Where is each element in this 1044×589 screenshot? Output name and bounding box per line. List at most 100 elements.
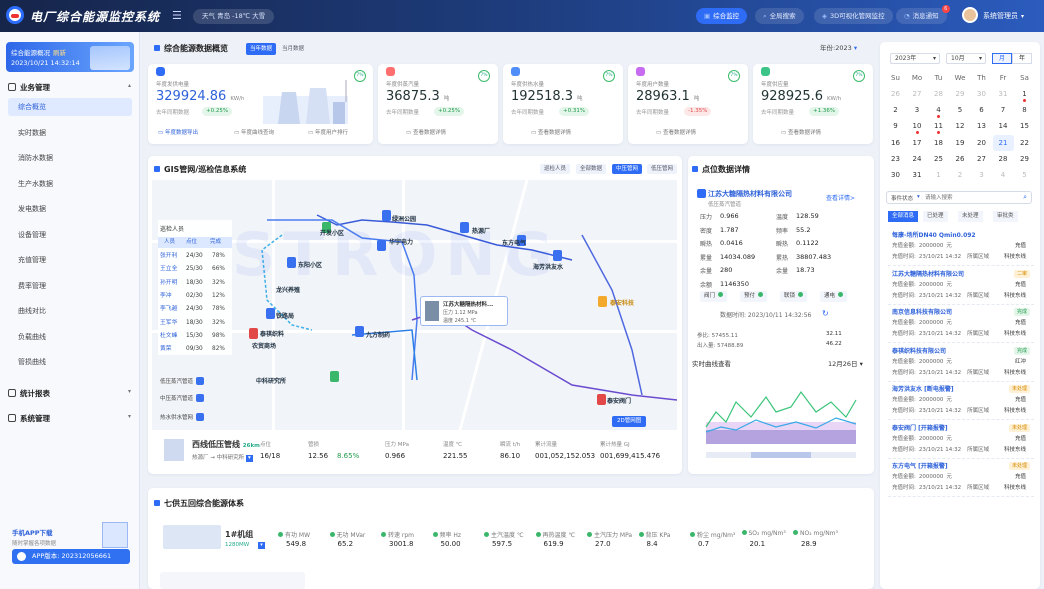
event-search[interactable]: 事件状态 ▾ ⌕: [886, 191, 1032, 204]
pipe-name[interactable]: 西线低压管线 26km: [192, 439, 260, 450]
kpi-detail-link[interactable]: ▭ 查看数据详情: [531, 128, 571, 136]
kpi-detail-link[interactable]: ▭ 查看数据详情: [406, 128, 446, 136]
inspector-row[interactable]: 杜文峰 15/30 98%: [158, 330, 232, 342]
event-item[interactable]: 泰祺织料技有限公司 完成 充值金额: 2000000 元红冲 充值时间: 23/10/21 …: [888, 344, 1034, 382]
map-pin-pharma[interactable]: [355, 326, 364, 337]
event-item[interactable]: 海芳洪友水 [断电报警] 未处理 充值金额: 2000000 元充值 充值时间: 23/10…: [888, 382, 1034, 420]
sidebar-item[interactable]: 负载曲线: [8, 328, 132, 346]
calendar-day[interactable]: 13: [971, 118, 992, 134]
calendar-day[interactable]: 9: [885, 118, 906, 134]
overview-banner[interactable]: 综合能源概况 刷新 2023/10/21 14:32:14: [6, 42, 134, 72]
calendar-day[interactable]: 26: [950, 151, 971, 167]
calendar-day[interactable]: 3: [907, 102, 928, 118]
sidebar-item[interactable]: 生产水数据: [8, 175, 132, 193]
tab-current-year[interactable]: 当年数据: [246, 43, 277, 55]
event-item[interactable]: 江苏大糖隔热材料有限公司 二审 充值金额: 2000000 元充值 充值时间: 23/10/…: [888, 267, 1034, 305]
sidebar-item[interactable]: 设备管理: [8, 226, 132, 244]
prepay-button[interactable]: 预付: [740, 291, 768, 302]
nav-search-button[interactable]: ⌕ 全局搜索: [755, 8, 804, 24]
map-pin-railway[interactable]: [266, 308, 275, 319]
search-icon[interactable]: ⌕: [1023, 193, 1027, 202]
gis-tab-mid-pressure[interactable]: 中压管网: [612, 164, 643, 174]
calendar-day[interactable]: 12: [950, 118, 971, 134]
calendar-day[interactable]: 27: [907, 86, 928, 102]
tab-current-month[interactable]: 当月数据: [278, 43, 308, 55]
power-button[interactable]: 通电: [820, 291, 848, 302]
sidebar-item[interactable]: 管损曲线: [8, 353, 132, 371]
avatar[interactable]: [962, 7, 978, 23]
map-pin-huayu[interactable]: [377, 240, 386, 251]
sidebar-item[interactable]: 综合概览: [8, 98, 132, 116]
gis-tab-low-pressure[interactable]: 低压管网: [647, 164, 678, 174]
calendar-day[interactable]: 30: [885, 167, 906, 183]
group-system[interactable]: 系统管理 ▾: [8, 413, 131, 424]
map-pin-haifang[interactable]: [553, 250, 562, 261]
map-pin-institute[interactable]: [330, 371, 339, 382]
calendar-day[interactable]: 1: [928, 167, 949, 183]
chart-date-select[interactable]: 12月26日 ▾: [828, 358, 863, 368]
month-dropdown[interactable]: 10月 ▾: [946, 53, 986, 64]
inspector-row[interactable]: 王立全 25/30 66%: [158, 263, 232, 275]
chevron-down-icon[interactable]: ▾: [245, 455, 253, 462]
calendar-day[interactable]: 19: [950, 135, 971, 151]
nav-monitor-button[interactable]: ▣ 综合监控: [696, 8, 748, 24]
map-pin-taian-tech[interactable]: [598, 296, 607, 307]
valve-button[interactable]: 阀门: [700, 291, 728, 302]
calendar-day[interactable]: 29: [950, 86, 971, 102]
calendar-day[interactable]: 5: [950, 102, 971, 118]
inspector-row[interactable]: 黄荣 09/30 82%: [158, 343, 232, 355]
toggle-month[interactable]: 月: [992, 53, 1012, 64]
sidebar-item[interactable]: 充值管理: [8, 251, 132, 269]
qr-code[interactable]: [102, 522, 128, 548]
inspector-row[interactable]: 张开利 24/30 78%: [158, 250, 232, 262]
refresh-link[interactable]: 刷新: [53, 49, 66, 57]
nav-notify-button[interactable]: ◔ 消息通知 6: [896, 5, 950, 24]
inspector-row[interactable]: 李冲 02/30 12%: [158, 290, 232, 302]
calendar-day[interactable]: 2: [885, 102, 906, 118]
calendar-day[interactable]: 14: [993, 118, 1014, 134]
legend-mid-steam[interactable]: 中压蒸汽管道: [160, 394, 205, 402]
calendar-day[interactable]: 21: [992, 134, 1014, 151]
kpi-detail-link[interactable]: ▭ 查看数据详情: [781, 128, 821, 136]
sidebar-item[interactable]: 消防水数据: [8, 149, 132, 167]
map-popup[interactable]: 江苏大糖隔热材料... 压力 1.12 MPa 温度 245.1 ℃: [420, 296, 508, 326]
inspector-row[interactable]: 王军华 18/30 32%: [158, 317, 232, 329]
map-pin-textile[interactable]: [249, 328, 258, 339]
sidebar-item[interactable]: 实时数据: [8, 124, 132, 142]
group-stats[interactable]: 统计报表 ▾: [8, 388, 131, 399]
event-tab-approval[interactable]: 审批类: [993, 211, 1018, 222]
event-tab-all[interactable]: 全部消息: [888, 211, 919, 222]
map-pin-heat-source[interactable]: [460, 222, 469, 233]
event-item[interactable]: 泰安阀门 [开箱报警] 未处理 充值金额: 2000000 元充值 充值时间: 23/10/…: [888, 421, 1034, 459]
legend-hot-water[interactable]: 热水供水管网: [160, 413, 205, 421]
calendar-day[interactable]: 28: [993, 151, 1014, 167]
sidebar-item[interactable]: 曲线对比: [8, 302, 132, 320]
app-version-button[interactable]: APP版本: 202312056661: [12, 549, 130, 564]
calendar-day[interactable]: 31: [993, 86, 1014, 102]
event-tab-done[interactable]: 已处理: [923, 211, 948, 222]
gis-tab-all[interactable]: 全部数据: [576, 164, 607, 174]
event-item[interactable]: 南京信息科技有限公司 完成 充值金额: 2000000 元充值 充值时间: 23/10/21…: [888, 305, 1034, 343]
calendar-day[interactable]: 2: [950, 167, 971, 183]
calendar-day[interactable]: 3: [971, 167, 992, 183]
sidebar-item[interactable]: 费率管理: [8, 277, 132, 295]
interlock-button[interactable]: 联锁: [780, 291, 808, 302]
nav-3d-button[interactable]: ◈ 3D可视化管网监控: [814, 8, 893, 24]
kpi-link-rank[interactable]: ▭ 年度用户排行: [308, 128, 348, 136]
menu-toggle-icon[interactable]: ☰: [172, 9, 182, 22]
year-select[interactable]: 年份:2023 ▾: [820, 42, 857, 52]
user-menu[interactable]: 系统管理员 ▾: [983, 11, 1024, 21]
legend-low-steam[interactable]: 低压蒸汽管道: [160, 377, 205, 385]
event-item[interactable]: 东方电气 [开箱报警] 未处理 充值金额: 2000000 元充值 充值时间: 23/10/…: [888, 459, 1034, 497]
calendar-day[interactable]: 20: [971, 135, 992, 151]
calendar-day[interactable]: 6: [971, 102, 992, 118]
sidebar-item[interactable]: 发电数据: [8, 200, 132, 218]
calendar-day[interactable]: 15: [1014, 118, 1035, 134]
calendar-day[interactable]: 4: [993, 167, 1014, 183]
kpi-link-curve[interactable]: ▭ 年度曲线查询: [234, 128, 274, 136]
calendar-day[interactable]: 25: [928, 151, 949, 167]
map-pin-green-park[interactable]: [382, 210, 391, 221]
calendar-day[interactable]: 23: [885, 151, 906, 167]
calendar-day[interactable]: 7: [993, 102, 1014, 118]
unit-name[interactable]: 1#机组: [225, 529, 253, 540]
